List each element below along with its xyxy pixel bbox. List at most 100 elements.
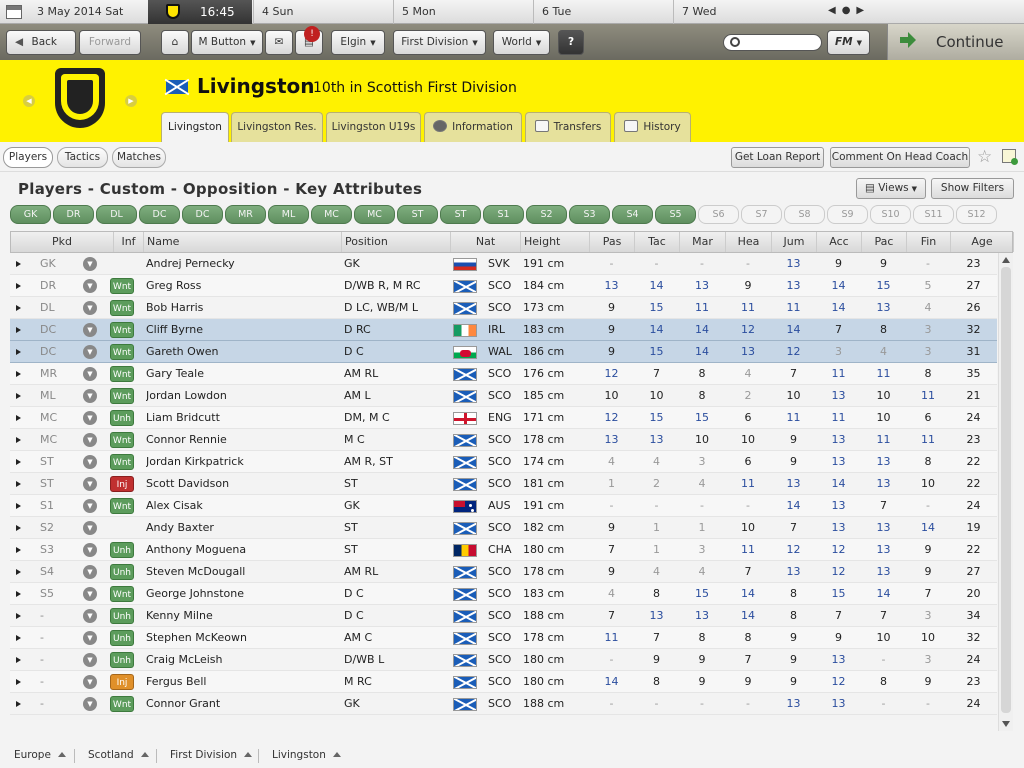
mail-icon[interactable]: ✉: [265, 30, 293, 55]
row-menu-chevron-icon[interactable]: ▼: [83, 411, 97, 425]
table-row[interactable]: MR ▼ Wnt Gary Teale AM RL SCO 176 cm 12 7 8 4 7 11 11…: [10, 363, 997, 385]
selection-pill[interactable]: S10: [870, 205, 911, 224]
table-row[interactable]: S3 ▼ Unh Anthony Moguena ST CHA 180 cm 7 1 3 11 12 1…: [10, 539, 997, 561]
selection-pill[interactable]: ST: [397, 205, 438, 224]
table-row[interactable]: MC ▼ Unh Liam Bridcutt DM, M C ENG 171 cm 12 15 1…: [10, 407, 997, 429]
player-name[interactable]: Gareth Owen: [146, 341, 340, 363]
calendar-day[interactable]: 5 Mon: [393, 0, 533, 24]
scroll-down-icon[interactable]: [1002, 721, 1010, 727]
table-row[interactable]: S1 ▼ Wnt Alex Cisak GK AUS 191 cm - - - - 14 13 7 - 24: [10, 495, 997, 517]
row-menu-chevron-icon[interactable]: ▼: [83, 653, 97, 667]
status-badge[interactable]: Wnt: [110, 454, 134, 470]
status-badge[interactable]: Wnt: [110, 388, 134, 404]
player-name[interactable]: Scott Davidson: [146, 473, 340, 495]
column-header-tac[interactable]: Tac: [635, 232, 680, 252]
forward-button[interactable]: Forward: [79, 30, 141, 55]
selection-pill[interactable]: ML: [268, 205, 309, 224]
row-arrow-icon[interactable]: [16, 569, 21, 575]
breadcrumb-item[interactable]: Livingston: [272, 749, 341, 761]
breadcrumb-item[interactable]: First Division: [170, 749, 253, 761]
player-name[interactable]: Jordan Lowdon: [146, 385, 340, 407]
row-arrow-icon[interactable]: [16, 481, 21, 487]
row-menu-chevron-icon[interactable]: ▼: [83, 521, 97, 535]
table-row[interactable]: - ▼ Wnt Connor Grant GK SCO 188 cm - - - - 13 13 - - 24: [10, 693, 997, 715]
status-badge[interactable]: Wnt: [110, 300, 134, 316]
table-row[interactable]: S4 ▼ Unh Steven McDougall AM RL SCO 178 cm 9 4 4 7…: [10, 561, 997, 583]
table-row[interactable]: ML ▼ Wnt Jordan Lowdon AM L SCO 185 cm 10 10 8 2 10…: [10, 385, 997, 407]
tab-transfers[interactable]: Transfers: [525, 112, 611, 142]
tab-information[interactable]: Information: [424, 112, 522, 142]
home-icon[interactable]: ⌂: [161, 30, 189, 55]
selection-pill[interactable]: ST: [440, 205, 481, 224]
table-row[interactable]: S5 ▼ Wnt George Johnstone D C SCO 183 cm 4 8 15 14…: [10, 583, 997, 605]
player-name[interactable]: Gary Teale: [146, 363, 340, 385]
cell-nation[interactable]: SCO: [488, 693, 520, 715]
subtab-matches[interactable]: Matches: [112, 147, 166, 168]
player-name[interactable]: Alex Cisak: [146, 495, 340, 517]
status-badge[interactable]: Unh: [110, 410, 134, 426]
cell-nation[interactable]: SCO: [488, 451, 520, 473]
calendar-day[interactable]: 4 Sun: [253, 0, 393, 24]
column-header-pkd[interactable]: Pkd: [11, 232, 114, 252]
status-badge[interactable]: Unh: [110, 564, 134, 580]
calendar-icon[interactable]: [6, 5, 22, 19]
column-header-pas[interactable]: Pas: [590, 232, 635, 252]
player-name[interactable]: Connor Rennie: [146, 429, 340, 451]
add-note-icon[interactable]: [1002, 149, 1018, 165]
search-input[interactable]: [723, 34, 822, 51]
table-row[interactable]: GK ▼ Andrej Pernecky GK SVK 191 cm - - - - 13 9 9 - 23: [10, 253, 997, 275]
row-arrow-icon[interactable]: [16, 635, 21, 641]
player-name[interactable]: Craig McLeish: [146, 649, 340, 671]
division-dropdown[interactable]: First Division ▼: [393, 30, 486, 55]
row-arrow-icon[interactable]: [16, 305, 21, 311]
cell-nation[interactable]: WAL: [488, 341, 520, 363]
column-header-hea[interactable]: Hea: [726, 232, 772, 252]
scroll-thumb[interactable]: [1001, 267, 1011, 713]
selection-pill[interactable]: DC: [182, 205, 223, 224]
player-name[interactable]: Fergus Bell: [146, 671, 340, 693]
table-row[interactable]: DL ▼ Wnt Bob Harris D LC, WB/M L SCO 173 cm 9 15…: [10, 297, 997, 319]
player-name[interactable]: Andrej Pernecky: [146, 253, 340, 275]
status-badge[interactable]: Wnt: [110, 586, 134, 602]
row-menu-chevron-icon[interactable]: ▼: [83, 389, 97, 403]
row-menu-chevron-icon[interactable]: ▼: [83, 697, 97, 711]
cell-nation[interactable]: SCO: [488, 429, 520, 451]
row-arrow-icon[interactable]: [16, 591, 21, 597]
cell-nation[interactable]: SCO: [488, 583, 520, 605]
column-header-pac[interactable]: Pac: [862, 232, 907, 252]
row-menu-chevron-icon[interactable]: ▼: [83, 587, 97, 601]
column-header-position[interactable]: Position: [342, 232, 451, 252]
row-arrow-icon[interactable]: [16, 349, 21, 355]
star-icon[interactable]: ☆: [977, 147, 992, 167]
cell-nation[interactable]: SCO: [488, 605, 520, 627]
status-badge[interactable]: Unh: [110, 542, 134, 558]
row-menu-chevron-icon[interactable]: ▼: [83, 565, 97, 579]
tab-livingston-res[interactable]: Livingston Res.: [231, 112, 323, 142]
get-loan-report-button[interactable]: Get Loan Report: [731, 147, 824, 168]
cell-nation[interactable]: SCO: [488, 627, 520, 649]
show-filters-button[interactable]: Show Filters: [931, 178, 1014, 199]
selection-pill[interactable]: S3: [569, 205, 610, 224]
table-row[interactable]: ST ▼ Wnt Jordan Kirkpatrick AM R, ST SCO 174 c…: [10, 451, 997, 473]
cell-nation[interactable]: IRL: [488, 319, 520, 341]
subtab-players[interactable]: Players: [3, 147, 53, 168]
row-menu-chevron-icon[interactable]: ▼: [83, 543, 97, 557]
status-badge[interactable]: Wnt: [110, 366, 134, 382]
selection-pill[interactable]: S8: [784, 205, 825, 224]
tab-history[interactable]: History: [614, 112, 691, 142]
m-button-dropdown[interactable]: M Button ▼: [191, 30, 263, 55]
status-badge[interactable]: Inj: [110, 476, 134, 492]
row-arrow-icon[interactable]: [16, 393, 21, 399]
status-badge[interactable]: Wnt: [110, 344, 134, 360]
column-header-mar[interactable]: Mar: [680, 232, 726, 252]
player-name[interactable]: George Johnstone: [146, 583, 340, 605]
row-menu-chevron-icon[interactable]: ▼: [83, 631, 97, 645]
status-badge[interactable]: Wnt: [110, 696, 134, 712]
row-menu-chevron-icon[interactable]: ▼: [83, 455, 97, 469]
calendar-day[interactable]: 7 Wed: [673, 0, 818, 24]
row-menu-chevron-icon[interactable]: ▼: [83, 609, 97, 623]
cell-nation[interactable]: SVK: [488, 253, 520, 275]
row-menu-chevron-icon[interactable]: ▼: [83, 301, 97, 315]
selection-pill[interactable]: DR: [53, 205, 94, 224]
table-row[interactable]: S2 ▼ Andy Baxter ST SCO 182 cm 9 1 1 10 7 13 13 14 19: [10, 517, 997, 539]
